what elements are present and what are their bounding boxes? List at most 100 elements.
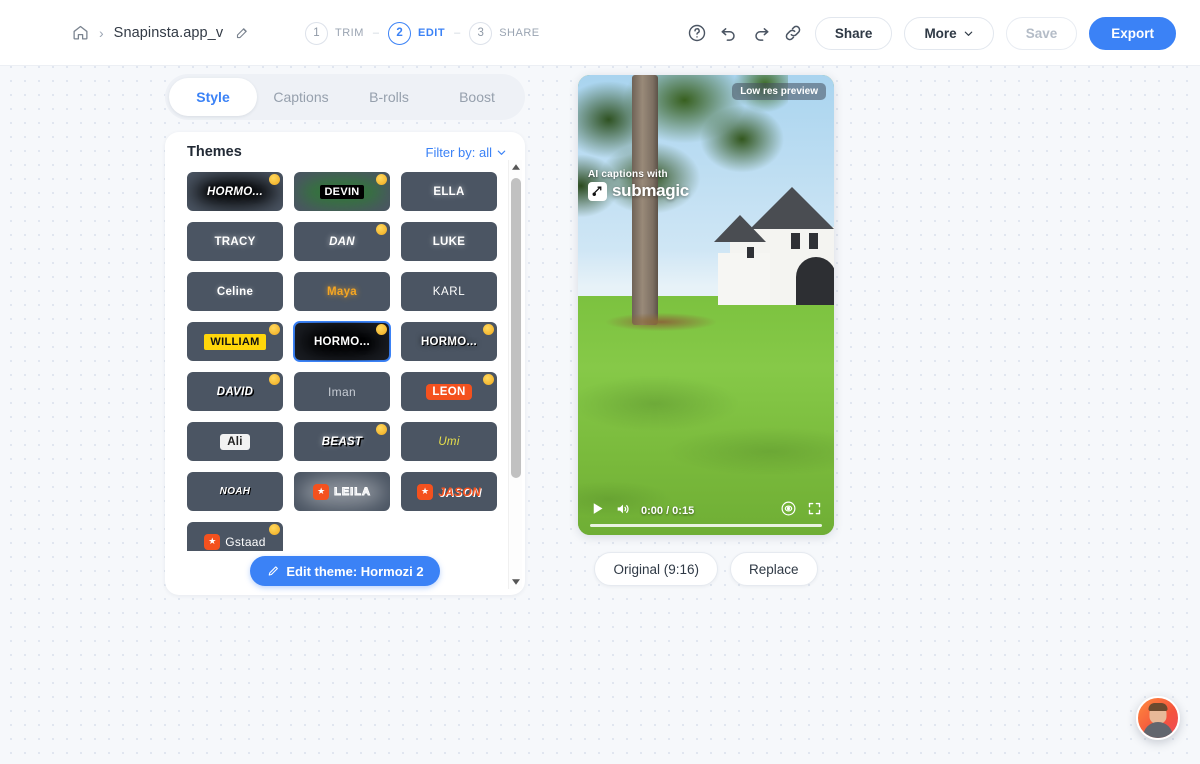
step-trim-number: 1 [305, 21, 328, 45]
brush-icon [269, 565, 279, 576]
theme-card[interactable]: Umi [401, 422, 497, 461]
theme-card-content: HORMO... [314, 336, 370, 348]
theme-label: DEVIN [320, 184, 364, 199]
theme-label: DAN [329, 235, 355, 248]
tree-canopy [578, 75, 788, 260]
theme-card[interactable]: ★ Gstaad [187, 522, 283, 551]
theme-card[interactable]: DAN [294, 222, 390, 261]
watermark-brand: submagic [612, 181, 689, 200]
theme-card[interactable]: NOAH [187, 472, 283, 511]
replace-button[interactable]: Replace [730, 552, 818, 586]
tab-style[interactable]: Style [169, 78, 257, 116]
tab-boost[interactable]: Boost [433, 78, 521, 116]
theme-card[interactable]: Ali [187, 422, 283, 461]
theme-premium-badge-icon [483, 324, 494, 335]
theme-card[interactable]: WILLIAM [187, 322, 283, 361]
theme-card[interactable]: DAVID [187, 372, 283, 411]
theme-card-content: ★ Gstaad [204, 533, 266, 550]
link-icon[interactable] [783, 23, 803, 43]
undo-icon[interactable] [719, 23, 739, 43]
step-edit[interactable]: 2 EDIT [388, 21, 445, 45]
theme-card-content: WILLIAM [204, 333, 266, 350]
theme-label: HORMO... [420, 335, 478, 348]
more-button[interactable]: More [904, 16, 994, 50]
theme-label: HORMO... [206, 185, 264, 198]
theme-card[interactable]: ★ JASON [401, 472, 497, 511]
aspect-ratio-button[interactable]: Original (9:16) [594, 552, 718, 586]
theme-card-content: DAVID [217, 386, 253, 398]
theme-card[interactable]: LUKE [401, 222, 497, 261]
chevron-down-icon [497, 150, 506, 155]
theme-card[interactable]: HORMO... [293, 321, 391, 362]
step-share[interactable]: 3 SHARE [469, 21, 539, 45]
filter-by-dropdown[interactable]: Filter by: all [426, 145, 507, 160]
theme-label: WILLIAM [204, 333, 266, 350]
save-button[interactable]: Save [1005, 16, 1078, 50]
tab-captions[interactable]: Captions [257, 78, 345, 116]
theme-card-content: NOAH [220, 486, 251, 497]
theme-card[interactable]: LEON [401, 372, 497, 411]
theme-label: JASON [438, 484, 481, 499]
fullscreen-icon[interactable] [807, 501, 822, 521]
edit-pencil-icon[interactable] [233, 25, 250, 40]
breadcrumb-separator: › [99, 24, 104, 41]
themes-scrollbar[interactable] [508, 160, 522, 589]
theme-label: Maya [327, 285, 357, 298]
submagic-watermark: AI captions with submagic [588, 169, 689, 201]
theme-label: Ali [220, 433, 250, 450]
play-icon[interactable] [590, 501, 605, 521]
theme-card[interactable]: Celine [187, 272, 283, 311]
edit-theme-label: Edit theme: Hormozi 2 [286, 563, 424, 579]
avatar-body [1143, 722, 1173, 738]
export-button[interactable]: Export [1089, 16, 1176, 50]
theme-card[interactable]: TRACY [187, 222, 283, 261]
eye-icon[interactable] [780, 500, 797, 522]
theme-card[interactable]: HORMO... [187, 172, 283, 211]
theme-card-content: Iman [328, 385, 356, 399]
mulch-bed [606, 313, 716, 331]
theme-label: DAVID [216, 385, 254, 398]
video-progress-bar[interactable] [590, 524, 822, 527]
share-button[interactable]: Share [814, 16, 893, 50]
editor-tabs: Style Captions B-rolls Boost [165, 74, 525, 120]
step-divider-2: – [454, 27, 461, 39]
redo-icon[interactable] [751, 23, 771, 43]
theme-premium-badge-icon [376, 174, 387, 185]
home-icon[interactable] [72, 24, 89, 41]
theme-card-content: KARL [433, 286, 465, 298]
scrollbar-thumb[interactable] [511, 178, 521, 478]
support-avatar[interactable] [1136, 696, 1180, 740]
video-player[interactable]: Low res preview AI captions with submagi… [578, 75, 834, 535]
theme-card[interactable]: ELLA [401, 172, 497, 211]
theme-card[interactable]: Maya [294, 272, 390, 311]
theme-card-content: ELLA [433, 186, 464, 198]
step-trim[interactable]: 1 TRIM [305, 21, 364, 45]
step-share-number: 3 [469, 21, 493, 45]
video-controls: 0:00 / 0:15 [578, 487, 834, 535]
header-actions: Share More Save Export [687, 0, 1176, 66]
filter-by-label: Filter by: all [425, 144, 492, 160]
theme-label: LEILA [334, 485, 371, 498]
theme-card-content: TRACY [214, 236, 255, 248]
video-preview-column: Low res preview AI captions with submagi… [578, 75, 834, 586]
tab-brolls[interactable]: B-rolls [345, 78, 433, 116]
volume-icon[interactable] [615, 501, 631, 522]
edit-theme-button[interactable]: Edit theme: Hormozi 2 [250, 556, 440, 586]
theme-card[interactable]: HORMO... [401, 322, 497, 361]
low-res-preview-badge: Low res preview [732, 83, 826, 100]
video-time: 0:00 / 0:15 [641, 505, 695, 517]
theme-label: Celine [216, 285, 254, 298]
theme-premium-badge-icon [269, 324, 280, 335]
scroll-up-arrow-icon[interactable] [509, 160, 523, 174]
theme-card-content: LEON [426, 383, 472, 400]
theme-card[interactable]: KARL [401, 272, 497, 311]
help-circle-icon[interactable] [687, 23, 707, 43]
theme-card-content: HORMO... [421, 336, 477, 348]
theme-card-content: DAN [329, 236, 355, 248]
theme-card[interactable]: DEVIN [294, 172, 390, 211]
theme-card[interactable]: Iman [294, 372, 390, 411]
themes-scroll-area[interactable]: HORMO... DEVIN ELLA TRACY DAN LUKE Celine Maya K… [165, 172, 525, 551]
theme-card[interactable]: BEAST [294, 422, 390, 461]
theme-card[interactable]: ★ LEILA [294, 472, 390, 511]
watermark-line-1: AI captions with [588, 169, 668, 180]
